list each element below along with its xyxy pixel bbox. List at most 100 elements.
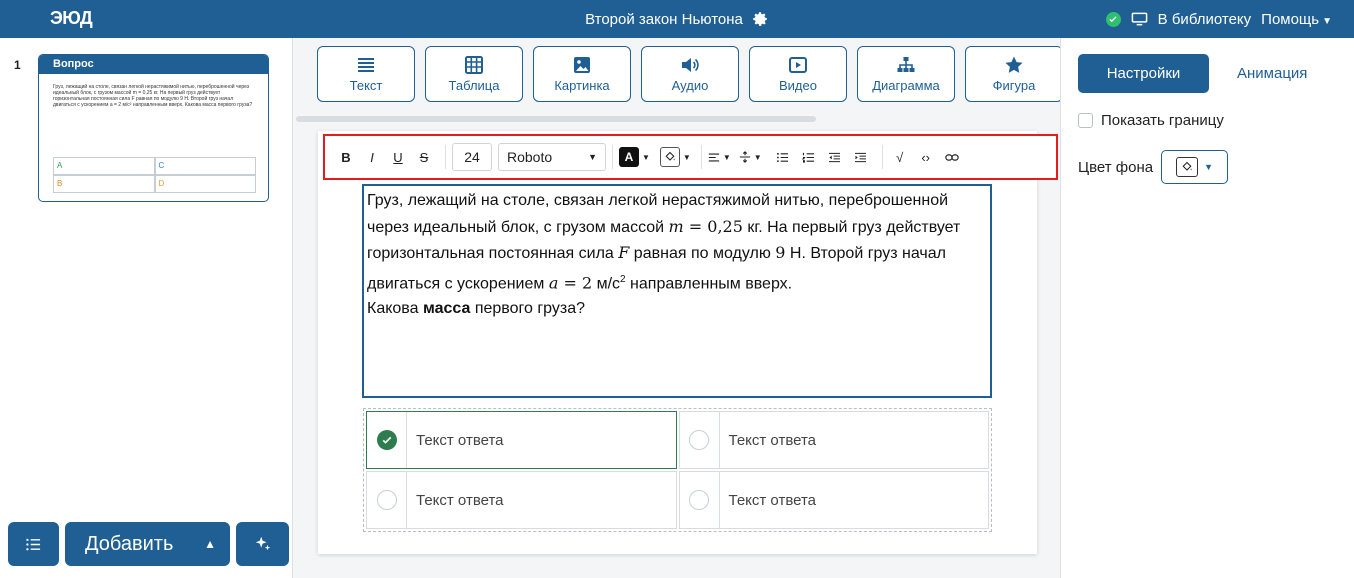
outdent-button[interactable] [824,144,846,170]
insert-diagram-button[interactable]: Диаграмма [857,46,955,102]
font-size-input[interactable]: 24 [452,143,492,171]
question-text: первого груза? [470,300,586,318]
answer-option[interactable]: Текст ответа [366,471,677,529]
properties-panel: Настройки Анимация Показать границу Цвет… [1060,38,1354,578]
app-logo[interactable]: ЭЮД [50,8,93,29]
indent-icon [855,152,867,162]
answer-toggle[interactable] [367,412,407,468]
answer-text[interactable]: Текст ответа [407,492,504,509]
font-family-select[interactable]: Roboto ▼ [498,143,606,171]
italic-button[interactable]: I [361,144,383,170]
question-line: двигаться с ускорением a = 2 м/с2 направ… [367,267,987,297]
insert-text-button[interactable]: Текст [317,46,415,102]
insert-audio-button[interactable]: Аудио [641,46,739,102]
insert-video-button[interactable]: Видео [749,46,847,102]
sparkles-icon [255,536,270,551]
bullet-list-icon [777,152,789,162]
list-icon [26,538,41,550]
formula-button[interactable]: √ [889,144,911,170]
show-border-option[interactable]: Показать границу [1078,112,1224,129]
answer-text[interactable]: Текст ответа [407,432,504,449]
question-textbox[interactable]: Груз, лежащий на столе, связан легкой не… [362,184,992,398]
font-family-value: Roboto [507,149,553,165]
saved-status-icon [1105,11,1121,27]
insert-image-button[interactable]: Картинка [533,46,631,102]
horizontal-scrollbar[interactable] [296,116,816,122]
chevron-down-icon: ▼ [588,152,597,162]
answer-option[interactable]: Текст ответа [678,471,989,529]
library-link[interactable]: В библиотеку [1158,11,1251,28]
video-icon [789,57,807,73]
paint-bucket-icon [1176,157,1199,177]
question-bold-text: масса [422,300,471,318]
diagram-icon [897,57,915,72]
answer-toggle[interactable] [367,472,407,528]
show-border-label: Показать границу [1101,112,1224,129]
math-expression: 9 [775,243,786,262]
add-slide-button[interactable]: Добавить ▲ [65,522,230,566]
slide-list-button[interactable] [8,522,59,566]
bold-button[interactable]: B [335,144,357,170]
divider [881,145,883,169]
underline-button[interactable]: U [387,144,409,170]
line-height-button[interactable]: ▼ [739,144,762,170]
insert-shape-button[interactable]: Фигура [965,46,1063,102]
insert-table-button[interactable]: Таблица [425,46,523,102]
question-line: горизонтальная постоянная сила F равная … [367,240,987,267]
document-title[interactable]: Второй закон Ньютона [585,11,743,28]
code-button[interactable]: ‹› [915,144,937,170]
empty-circle-icon [689,430,709,450]
thumbnail-text: Груз, лежащий на столе, связан легкой не… [53,84,253,108]
help-label: Помощь [1261,10,1320,28]
empty-circle-icon [689,490,709,510]
outdent-icon [829,152,841,162]
link-icon [944,153,959,161]
answer-toggle[interactable] [680,412,720,468]
monitor-icon[interactable] [1131,11,1148,27]
highlight-color-button[interactable]: ▼ [659,144,691,170]
divider [612,145,613,169]
answer-option[interactable]: Текст ответа [366,411,677,469]
tool-label: Диаграмма [872,78,940,93]
question-text: Груз, лежащий на столе, связан легкой не… [367,192,949,209]
slides-actions: Добавить ▲ [8,522,289,566]
audio-icon [682,58,699,72]
background-color-button[interactable]: ▼ [1161,150,1229,184]
question-text: через идеальный блок, с грузом массой [367,218,669,236]
strikethrough-button[interactable]: S [413,144,435,170]
question-text: кг. На первый груз действует [742,218,961,236]
answer-option[interactable]: Текст ответа [678,411,989,469]
bullet-list-button[interactable] [772,144,794,170]
gear-icon[interactable] [751,10,769,28]
divider [445,145,446,169]
thumbnail-answer: C [154,157,256,175]
show-border-checkbox[interactable] [1078,113,1093,128]
answer-text[interactable]: Текст ответа [720,432,817,449]
answer-text[interactable]: Текст ответа [720,492,817,509]
tab-animation[interactable]: Анимация [1237,65,1307,82]
slide-thumbnail[interactable]: Вопрос Груз, лежащий на столе, связан ле… [38,54,269,202]
star-icon [1005,56,1023,73]
paint-bucket-icon [659,147,680,167]
ai-generate-button[interactable] [236,522,289,566]
align-button[interactable]: ▼ [708,144,731,170]
chevron-down-icon: ▼ [1204,162,1214,172]
question-line: через идеальный блок, с грузом массой m … [367,214,987,241]
text-color-button[interactable]: A ▼ [619,144,650,170]
tab-settings[interactable]: Настройки [1078,54,1209,93]
math-expression: = 0,25 [683,216,743,236]
numbered-list-icon [802,152,815,163]
question-text: двигаться с ускорением [367,274,549,292]
check-circle-icon [376,430,397,450]
question-text: направленным вверх. [625,274,793,292]
help-menu[interactable]: Помощь ▼ [1261,11,1332,28]
indent-button[interactable] [850,144,872,170]
empty-circle-icon [376,490,397,510]
table-icon [465,56,483,74]
answer-toggle[interactable] [680,472,720,528]
text-color-icon: A [619,147,639,167]
math-variable: F [618,243,630,262]
divider [700,145,702,169]
numbered-list-button[interactable] [798,144,820,170]
link-button[interactable] [941,144,963,170]
